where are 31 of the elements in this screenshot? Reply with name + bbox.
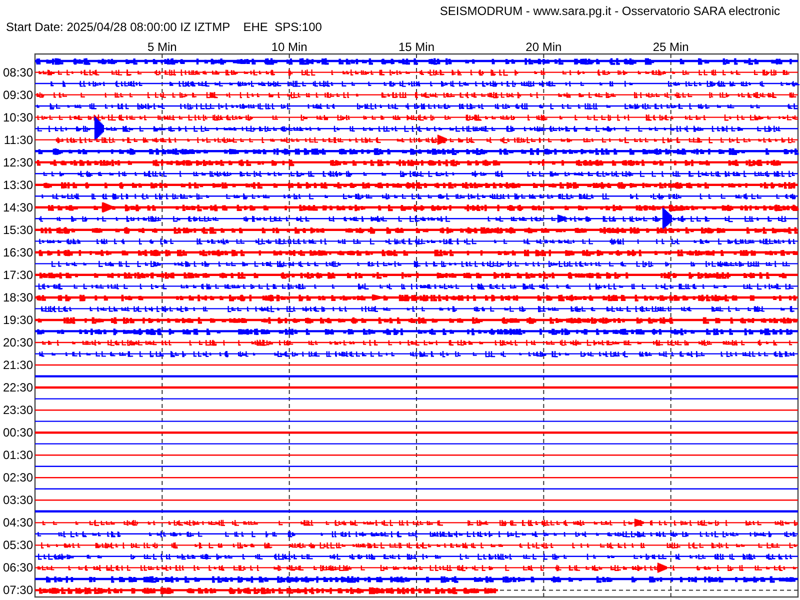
time-label: 06:30: [2, 560, 33, 575]
x-axis-label: 5 Min: [148, 40, 177, 54]
time-label: 07:30: [2, 583, 33, 598]
time-label: 16:30: [2, 245, 33, 260]
time-label: 11:30: [4, 132, 33, 147]
time-label: 18:30: [2, 290, 33, 304]
time-label: 00:30: [2, 426, 33, 440]
time-label: 04:30: [2, 516, 33, 530]
start-date-text: Start Date: 2025/04/28 08:00:00 IZ IZTMP EHE SPS:100: [6, 20, 322, 34]
time-label: 17:30: [2, 268, 33, 282]
time-label: 21:30: [2, 358, 33, 372]
time-label: 03:30: [2, 493, 33, 508]
time-label: 05:30: [2, 538, 33, 552]
time-label: 12:30: [2, 155, 33, 170]
time-label: 22:30: [2, 380, 33, 395]
x-axis-label: 20 Min: [526, 40, 562, 54]
x-axis-label: 15 Min: [398, 40, 435, 54]
x-axis-label: 10 Min: [271, 40, 308, 54]
time-label: 20:30: [2, 336, 33, 350]
header-title: SEISMODRUM - www.sara.pg.it - Osservatorio SARA electronic: [440, 4, 780, 18]
time-label: 13:30: [2, 178, 33, 192]
time-label: 14:30: [2, 200, 33, 214]
time-label: 10:30: [2, 110, 33, 124]
time-label: 23:30: [2, 403, 33, 418]
time-label: 15:30: [2, 222, 33, 237]
time-label: 19:30: [2, 312, 33, 327]
time-label: 01:30: [2, 448, 33, 462]
time-label: 08:30: [2, 65, 33, 80]
time-label: 09:30: [2, 88, 33, 102]
time-label: 02:30: [2, 470, 33, 485]
x-axis-label: 25 Min: [652, 40, 689, 54]
